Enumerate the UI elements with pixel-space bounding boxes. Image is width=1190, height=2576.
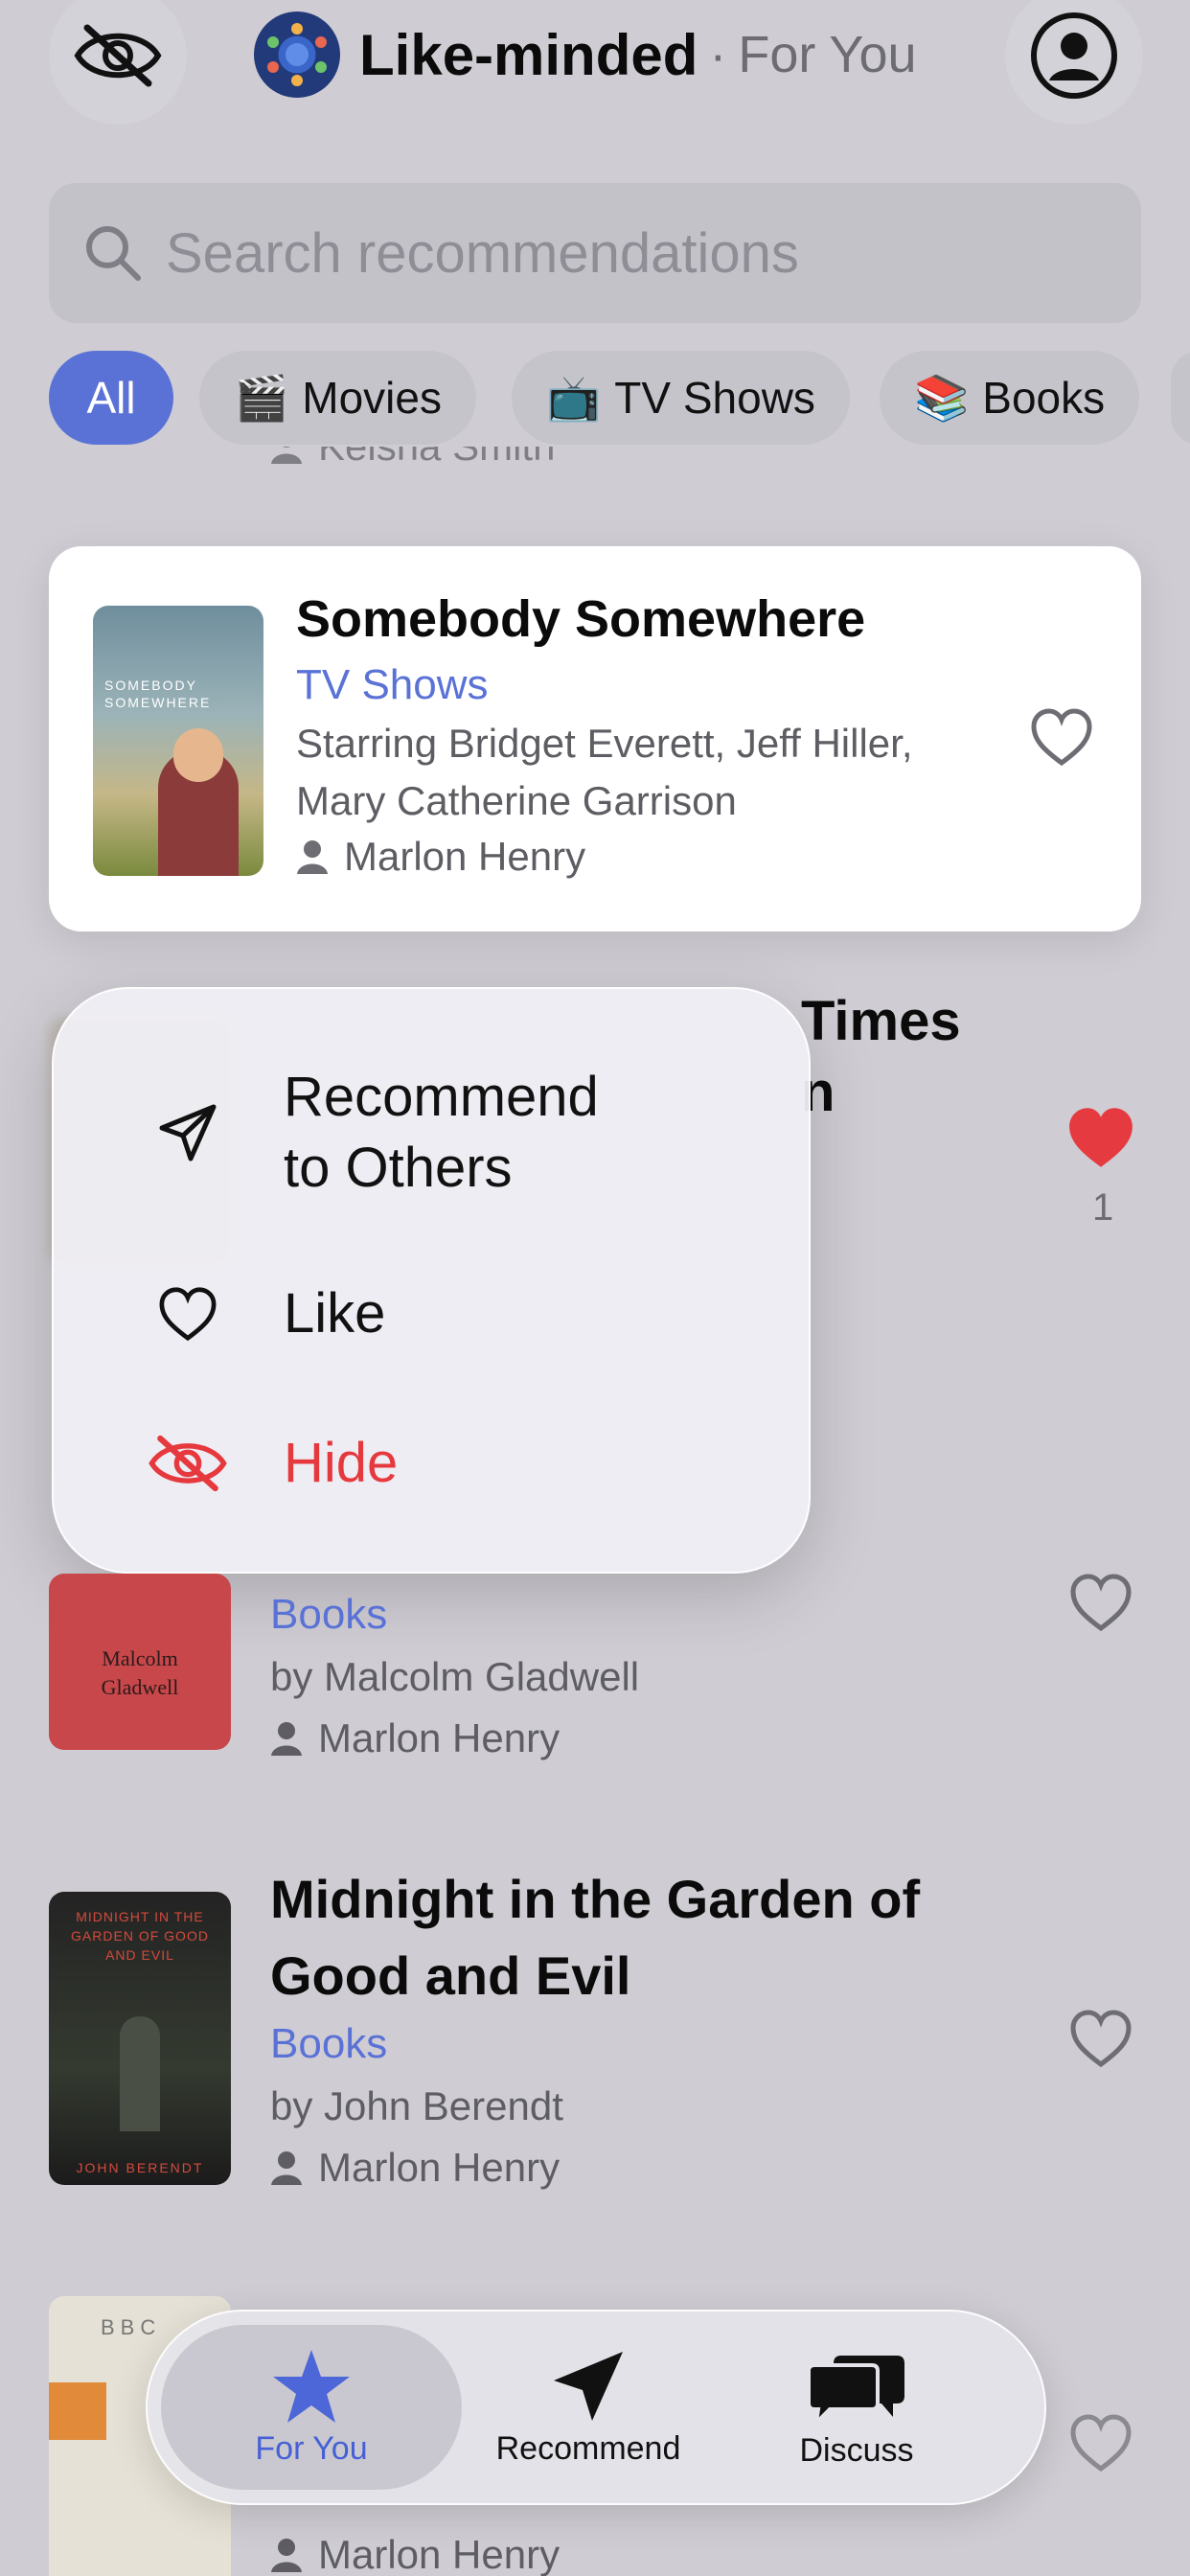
- search-bar[interactable]: [49, 183, 1141, 323]
- filter-chip-tv-shows[interactable]: 📺 TV Shows: [512, 351, 850, 445]
- menu-item-like[interactable]: Like: [54, 1278, 809, 1349]
- heart-icon[interactable]: [1030, 707, 1093, 767]
- send-icon: [554, 2351, 623, 2421]
- featured-cast-line1: Starring Bridget Everett, Jeff Hiller,: [296, 721, 913, 766]
- chat-bubbles-icon: [807, 2355, 904, 2426]
- row-recommender: Marlon Henry: [270, 1715, 639, 1761]
- poster-title-text: SOMEBODY SOMEWHERE: [104, 678, 212, 710]
- poster-author-text: Malcolm Gladwell: [101, 1646, 179, 1699]
- filter-chip-books[interactable]: 📚 Books: [880, 351, 1140, 445]
- row-midnight-garden[interactable]: Midnight in the Garden of Good and Evil …: [270, 1861, 1037, 2191]
- app-logo: [254, 12, 340, 98]
- cut-row-user: Keisha Smith: [270, 447, 555, 485]
- featured-title: Somebody Somewhere: [296, 590, 866, 648]
- row-byline: by Malcolm Gladwell: [270, 1654, 640, 1699]
- like-count: 1: [1092, 1186, 1114, 1229]
- poster-logo-text: BBC: [101, 2315, 162, 2339]
- poster-title-text: MIDNIGHT IN THE GARDEN OF GOOD AND EVIL: [71, 1909, 209, 1963]
- person-icon: [297, 840, 328, 874]
- chip-label: All: [86, 373, 136, 423]
- row-category: Books: [270, 2020, 388, 2067]
- poster-somebody-somewhere: SOMEBODY SOMEWHERE: [93, 606, 263, 876]
- hide-toggle-button[interactable]: [49, 0, 187, 125]
- filter-chip-more[interactable]: [1171, 351, 1190, 445]
- menu-item-recommend[interactable]: Recommend to Others: [54, 1062, 809, 1204]
- search-icon: [86, 226, 141, 281]
- context-menu: Recommend to Others Like Hide: [52, 987, 811, 1574]
- poster-midnight-garden: MIDNIGHT IN THE GARDEN OF GOOD AND EVIL …: [49, 1892, 231, 2185]
- section-title: For You: [738, 26, 917, 83]
- profile-button[interactable]: [1005, 0, 1143, 125]
- row-bottom-recommender: Marlon Henry: [270, 2532, 560, 2576]
- title-separator: ·: [709, 26, 727, 83]
- person-icon: [271, 447, 302, 464]
- chip-label: Movies: [302, 373, 442, 423]
- chip-label: TV Shows: [614, 373, 815, 423]
- featured-category: TV Shows: [296, 661, 489, 708]
- send-icon: [159, 1104, 217, 1162]
- featured-cast-line2: Mary Catherine Garrison: [296, 778, 737, 823]
- clapperboard-icon: 🎬: [234, 372, 289, 423]
- heart-icon: [159, 1287, 217, 1342]
- heart-icon[interactable]: [1069, 2009, 1133, 2068]
- books-icon: 📚: [914, 372, 970, 423]
- menu-item-hide[interactable]: Hide: [54, 1428, 809, 1499]
- row-gladwell[interactable]: Books by Malcolm Gladwell Marlon Henry: [270, 1591, 639, 1761]
- eye-slash-icon: [149, 1435, 227, 1492]
- app-title: Like-minded: [359, 22, 698, 87]
- tab-bar: For You Recommend Discuss: [146, 2310, 1046, 2505]
- heart-icon[interactable]: [1069, 1573, 1133, 1632]
- row-title-line1: Midnight in the Garden of: [270, 1869, 921, 1929]
- poster-gladwell-book: Malcolm Gladwell: [49, 1574, 231, 1750]
- poster-author-text: JOHN BERENDT: [76, 2160, 204, 2175]
- person-icon: [271, 1722, 302, 1756]
- eye-slash-icon: [74, 24, 162, 87]
- person-circle-icon: [1031, 12, 1117, 99]
- row-category: Books: [270, 1591, 388, 1638]
- filter-chip-movies[interactable]: 🎬 Movies: [199, 351, 476, 445]
- behind-row-title-part: Times: [801, 990, 961, 1052]
- row-byline: by John Berendt: [270, 2083, 563, 2128]
- heart-icon[interactable]: [1069, 2413, 1133, 2472]
- tv-icon: 📺: [546, 372, 602, 423]
- person-icon: [271, 2151, 302, 2185]
- row-recommender: Marlon Henry: [270, 2145, 1037, 2191]
- row-title-line2: Good and Evil: [270, 1945, 631, 2006]
- app-header: Like-minded · For You: [254, 12, 917, 98]
- chip-label: Books: [982, 373, 1106, 423]
- star-icon: [273, 2349, 350, 2423]
- tab-for-you[interactable]: For You: [161, 2325, 462, 2490]
- featured-recommender: Marlon Henry: [296, 834, 986, 880]
- search-input[interactable]: [166, 220, 1028, 286]
- person-icon: [271, 2539, 302, 2572]
- tab-recommend[interactable]: Recommend: [473, 2312, 703, 2503]
- featured-recommendation-card[interactable]: SOMEBODY SOMEWHERE Somebody Somewhere TV…: [49, 546, 1141, 932]
- tab-discuss[interactable]: Discuss: [742, 2312, 972, 2503]
- filter-chip-all[interactable]: All: [49, 351, 173, 445]
- heart-filled-icon[interactable]: [1067, 1106, 1134, 1169]
